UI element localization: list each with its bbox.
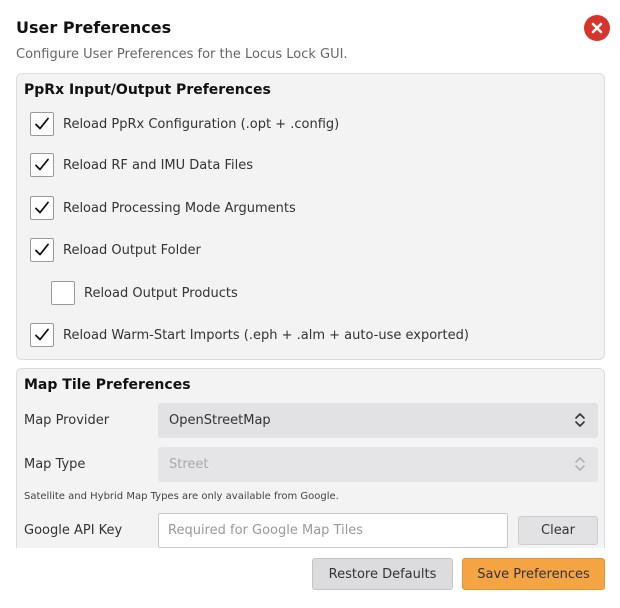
select-arrows-icon <box>575 413 585 427</box>
map-provider-value: OpenStreetMap <box>169 413 271 428</box>
checkbox-reload-output-folder[interactable]: Reload Output Folder <box>30 238 201 262</box>
checkbox-box[interactable] <box>30 238 54 262</box>
checkbox-box[interactable] <box>51 281 75 305</box>
io-preferences-panel: PpRx Input/Output Preferences Reload PpR… <box>16 73 605 360</box>
select-arrows-icon <box>575 457 585 471</box>
clear-api-key-button[interactable]: Clear <box>518 516 598 545</box>
checkbox-reload-processing-mode[interactable]: Reload Processing Mode Arguments <box>30 196 296 220</box>
google-api-key-label: Google API Key <box>24 523 123 538</box>
dialog-title: User Preferences <box>16 18 172 37</box>
dialog-subtitle: Configure User Preferences for the Locus… <box>16 47 348 62</box>
checkbox-label: Reload Output Products <box>84 285 238 301</box>
checkbox-box[interactable] <box>30 112 54 136</box>
map-type-value: Street <box>169 457 209 472</box>
close-button[interactable] <box>584 15 610 41</box>
checkbox-label: Reload Processing Mode Arguments <box>63 200 296 216</box>
map-provider-select[interactable]: OpenStreetMap <box>158 403 598 438</box>
io-preferences-title: PpRx Input/Output Preferences <box>24 82 271 98</box>
restore-defaults-button[interactable]: Restore Defaults <box>312 558 453 590</box>
map-preferences-title: Map Tile Preferences <box>24 377 191 393</box>
checkbox-label: Reload Output Folder <box>63 242 201 258</box>
map-preferences-panel: Map Tile Preferences Map Provider OpenSt… <box>16 368 605 548</box>
checkmark-icon <box>35 117 49 130</box>
map-provider-label: Map Provider <box>24 413 110 428</box>
map-type-note: Satellite and Hybrid Map Types are only … <box>24 491 339 502</box>
checkbox-label: Reload PpRx Configuration (.opt + .confi… <box>63 116 340 132</box>
save-preferences-button[interactable]: Save Preferences <box>462 558 605 590</box>
checkbox-reload-output-products[interactable]: Reload Output Products <box>51 281 238 305</box>
map-type-label: Map Type <box>24 457 86 472</box>
checkbox-box[interactable] <box>30 323 54 347</box>
checkbox-box[interactable] <box>30 196 54 220</box>
checkmark-icon <box>35 243 49 256</box>
checkbox-reload-pprx-config[interactable]: Reload PpRx Configuration (.opt + .confi… <box>30 112 339 136</box>
close-icon <box>591 22 603 34</box>
checkmark-icon <box>35 158 49 171</box>
checkmark-icon <box>35 328 49 341</box>
checkbox-reload-rf-imu[interactable]: Reload RF and IMU Data Files <box>30 153 253 177</box>
checkbox-label: Reload RF and IMU Data Files <box>63 157 253 173</box>
checkmark-icon <box>35 201 49 214</box>
checkbox-reload-warm-start[interactable]: Reload Warm-Start Imports (.eph + .alm +… <box>30 323 469 347</box>
map-type-select: Street <box>158 447 598 482</box>
google-api-key-input[interactable] <box>158 513 508 548</box>
checkbox-box[interactable] <box>30 153 54 177</box>
checkbox-label: Reload Warm-Start Imports (.eph + .alm +… <box>63 327 469 343</box>
